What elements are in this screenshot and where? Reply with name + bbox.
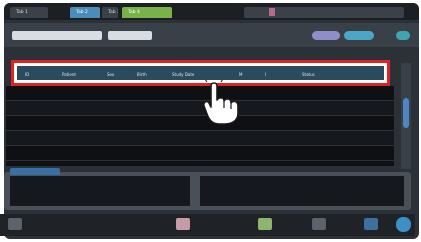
header-study-date[interactable]: Study Date [172, 72, 194, 77]
hand-pointer-icon [203, 80, 239, 125]
column-header-row[interactable]: ID Patient Sex Birth Study Date M I Stat… [17, 66, 384, 80]
header-images[interactable]: I [265, 72, 266, 77]
status-indicator [269, 8, 275, 16]
bottom-button-c[interactable] [312, 218, 326, 230]
info-panel-tab[interactable] [10, 168, 60, 175]
toolbar-icon-button[interactable] [396, 31, 410, 40]
header-sex[interactable]: Sex [107, 72, 114, 77]
tab-2[interactable]: Tab 2 [70, 7, 100, 18]
study-list-table [6, 86, 394, 166]
action-button-2[interactable] [344, 31, 374, 40]
filter-field[interactable] [108, 31, 152, 40]
table-row[interactable] [6, 146, 394, 161]
header-patient[interactable]: Patient [62, 72, 76, 77]
search-input[interactable] [12, 31, 102, 40]
bottom-button-d[interactable] [364, 218, 378, 230]
header-birth[interactable]: Birth [137, 72, 147, 77]
toolbar [4, 23, 419, 47]
tab-1[interactable]: Tab 1 [10, 7, 48, 18]
scrollbar-thumb[interactable] [403, 98, 409, 128]
bottom-button-b[interactable] [258, 218, 272, 230]
table-row[interactable] [6, 116, 394, 131]
header-id[interactable]: ID [25, 72, 29, 77]
tab-3[interactable]: Tab 3 [102, 7, 118, 18]
table-row[interactable] [6, 86, 394, 101]
table-row[interactable] [6, 101, 394, 116]
header-modality[interactable]: M [239, 72, 242, 77]
tab-4[interactable]: Tab 4 [122, 7, 172, 18]
bottom-button-a[interactable] [176, 218, 190, 230]
top-tab-bar: Tab 1 Tab 2 Tab 3 Tab 4 [4, 3, 419, 20]
bottom-round-button[interactable] [396, 217, 411, 232]
action-button-1[interactable] [312, 31, 340, 40]
bottom-left-button[interactable] [8, 218, 22, 230]
status-strip [244, 7, 404, 18]
table-row[interactable] [6, 131, 394, 146]
info-right-box [200, 176, 404, 206]
header-status[interactable]: Status [302, 72, 315, 77]
info-left-box [10, 176, 190, 206]
bottom-bar [0, 214, 415, 236]
